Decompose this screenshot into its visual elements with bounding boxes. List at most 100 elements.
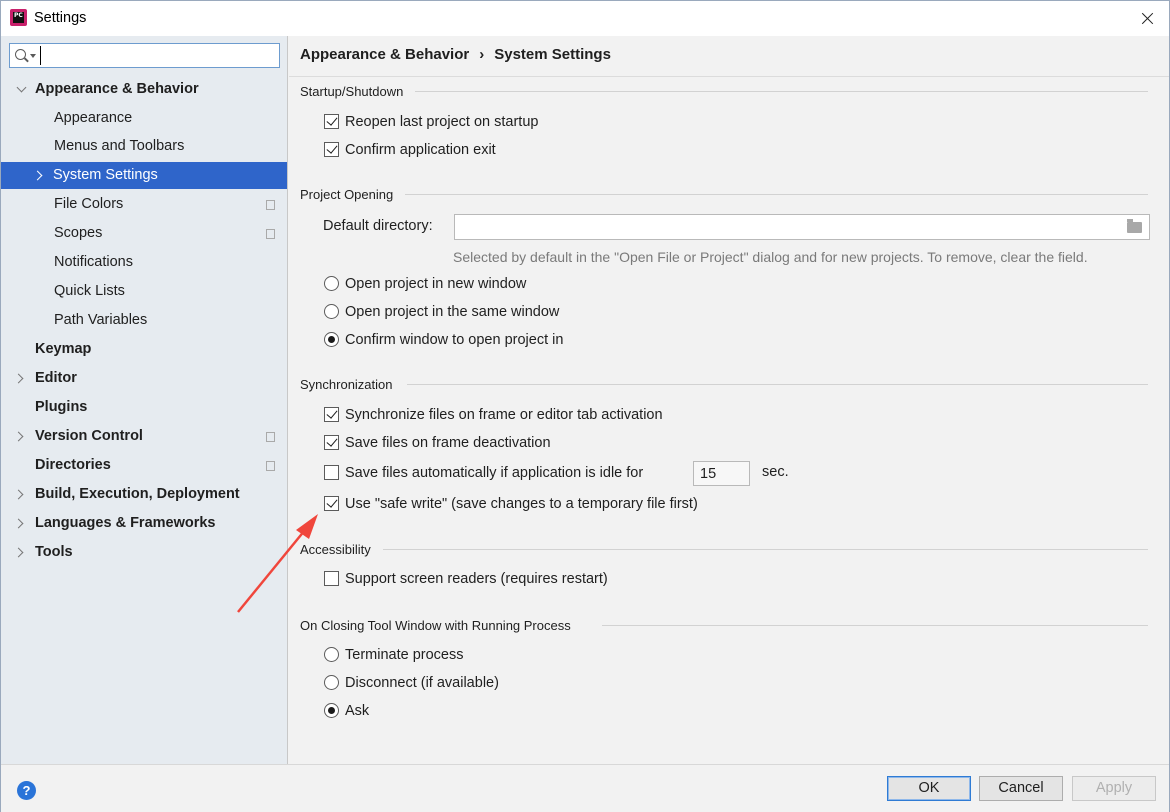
- breadcrumb: Appearance & Behavior › System Settings: [300, 46, 611, 63]
- sidebar-item-path-variables[interactable]: Path Variables: [1, 307, 287, 334]
- section-accessibility: Accessibility: [300, 542, 371, 557]
- section-divider: [405, 194, 1148, 195]
- sidebar-item-build-execution-deployment[interactable]: Build, Execution, Deployment: [1, 481, 287, 508]
- default-directory-hint: Selected by default in the "Open File or…: [453, 249, 1088, 265]
- sidebar-item-label: Version Control: [35, 428, 143, 444]
- pycharm-app-icon: [10, 9, 27, 26]
- radio-selected-icon[interactable]: [324, 703, 339, 718]
- sidebar-item-label: Menus and Toolbars: [54, 138, 185, 154]
- radio-label: Disconnect (if available): [345, 675, 499, 691]
- radio-label: Terminate process: [345, 647, 464, 663]
- radio-selected-icon[interactable]: [324, 332, 339, 347]
- project-scope-icon: [263, 197, 275, 210]
- sidebar-item-languages-frameworks[interactable]: Languages & Frameworks: [1, 510, 287, 537]
- section-project-opening: Project Opening: [300, 187, 394, 202]
- checkbox-label: Save files on frame deactivation: [345, 435, 551, 451]
- radio-label: Open project in the same window: [345, 304, 560, 320]
- cancel-button[interactable]: Cancel: [979, 776, 1063, 801]
- checkbox-label: Save files automatically if application …: [345, 465, 644, 481]
- checkbox-checked-icon[interactable]: [324, 435, 339, 450]
- settings-content: Appearance & Behavior › System Settings St…: [289, 36, 1169, 764]
- search-input[interactable]: [40, 46, 276, 65]
- search-icon[interactable]: [15, 49, 26, 60]
- section-divider: [602, 625, 1148, 626]
- sidebar-item-scopes[interactable]: Scopes: [1, 220, 287, 247]
- help-icon[interactable]: ?: [17, 781, 36, 800]
- sidebar-item-appearance-behavior[interactable]: Appearance & Behavior: [1, 76, 287, 103]
- checkbox-checked-icon[interactable]: [324, 142, 339, 157]
- sidebar-item-notifications[interactable]: Notifications: [1, 249, 287, 276]
- checkbox-unchecked-icon[interactable]: [324, 465, 339, 480]
- chevron-right-icon[interactable]: [13, 489, 24, 500]
- sidebar-item-label: Editor: [35, 370, 77, 386]
- checkbox-checked-icon[interactable]: [324, 407, 339, 422]
- search-dropdown-icon[interactable]: [30, 54, 36, 58]
- radio-icon[interactable]: [324, 675, 339, 690]
- breadcrumb-separator: ›: [479, 46, 485, 63]
- title-bar: Settings: [1, 1, 1169, 36]
- sidebar-item-label: File Colors: [54, 196, 124, 212]
- checkbox-label: Support screen readers (requires restart…: [345, 571, 608, 587]
- sidebar-item-system-settings[interactable]: System Settings: [1, 162, 287, 189]
- project-scope-icon: [263, 226, 275, 239]
- sidebar-item-tools[interactable]: Tools: [1, 539, 287, 566]
- sidebar-item-label: Appearance: [54, 110, 133, 126]
- chevron-right-icon[interactable]: [13, 518, 24, 529]
- chevron-right-icon[interactable]: [13, 373, 24, 384]
- header-divider: [289, 76, 1169, 77]
- checkbox-label: Synchronize files on frame or editor tab…: [345, 407, 663, 423]
- settings-window: Settings Appearance & Behavior Appearanc…: [0, 0, 1170, 812]
- checkbox-checked-icon[interactable]: [324, 496, 339, 511]
- sidebar-item-label: Path Variables: [54, 312, 148, 328]
- sidebar-item-directories[interactable]: Directories: [1, 452, 287, 479]
- section-synchronization: Synchronization: [300, 377, 393, 392]
- section-divider: [407, 384, 1148, 385]
- sidebar-item-menus-toolbars[interactable]: Menus and Toolbars: [1, 133, 287, 160]
- radio-icon[interactable]: [324, 647, 339, 662]
- section-startup-shutdown: Startup/Shutdown: [300, 84, 404, 99]
- sidebar-item-label: Notifications: [54, 254, 133, 270]
- ok-button[interactable]: OK: [887, 776, 971, 801]
- section-on-closing-tool-window: On Closing Tool Window with Running Proc…: [300, 618, 571, 633]
- checkbox-label: Confirm application exit: [345, 142, 496, 158]
- chevron-down-icon[interactable]: [16, 82, 27, 93]
- sidebar-item-label: Tools: [35, 544, 73, 560]
- radio-icon[interactable]: [324, 276, 339, 291]
- sidebar-item-file-colors[interactable]: File Colors: [1, 191, 287, 218]
- radio-icon[interactable]: [324, 304, 339, 319]
- breadcrumb-current: System Settings: [494, 46, 611, 63]
- sidebar-item-label: Plugins: [35, 399, 88, 415]
- chevron-right-icon[interactable]: [13, 431, 24, 442]
- dialog-button-bar: ? OK Cancel Apply: [1, 764, 1169, 812]
- checkbox-unchecked-icon[interactable]: [324, 571, 339, 586]
- sidebar-item-label: Languages & Frameworks: [35, 515, 216, 531]
- window-title: Settings: [34, 10, 87, 26]
- chevron-right-icon[interactable]: [13, 547, 24, 558]
- radio-label: Confirm window to open project in: [345, 332, 564, 348]
- sidebar-item-editor[interactable]: Editor: [1, 365, 287, 392]
- breadcrumb-parent[interactable]: Appearance & Behavior: [300, 46, 469, 63]
- project-scope-icon: [263, 429, 275, 442]
- sidebar-item-label: Keymap: [35, 341, 92, 357]
- sidebar-item-version-control[interactable]: Version Control: [1, 423, 287, 450]
- settings-sidebar: Appearance & Behavior Appearance Menus a…: [1, 36, 288, 764]
- checkbox-label: Use "safe write" (save changes to a temp…: [345, 496, 698, 512]
- sidebar-item-plugins[interactable]: Plugins: [1, 394, 287, 421]
- folder-icon[interactable]: [1127, 219, 1142, 233]
- section-divider: [383, 549, 1148, 550]
- sidebar-item-label: Quick Lists: [54, 283, 125, 299]
- sidebar-item-appearance[interactable]: Appearance: [1, 105, 287, 132]
- checkbox-label: Reopen last project on startup: [345, 114, 539, 130]
- sidebar-item-quick-lists[interactable]: Quick Lists: [1, 278, 287, 305]
- sidebar-item-label: Appearance & Behavior: [35, 81, 199, 97]
- checkbox-checked-icon[interactable]: [324, 114, 339, 129]
- idle-unit-label: sec.: [762, 464, 789, 480]
- sidebar-item-keymap[interactable]: Keymap: [1, 336, 287, 363]
- chevron-right-icon[interactable]: [32, 170, 43, 181]
- idle-seconds-input[interactable]: [693, 461, 750, 486]
- apply-button[interactable]: Apply: [1072, 776, 1156, 801]
- search-box[interactable]: [9, 43, 280, 68]
- radio-label: Open project in new window: [345, 276, 527, 292]
- close-icon[interactable]: [1123, 1, 1169, 36]
- default-directory-field[interactable]: [454, 214, 1150, 240]
